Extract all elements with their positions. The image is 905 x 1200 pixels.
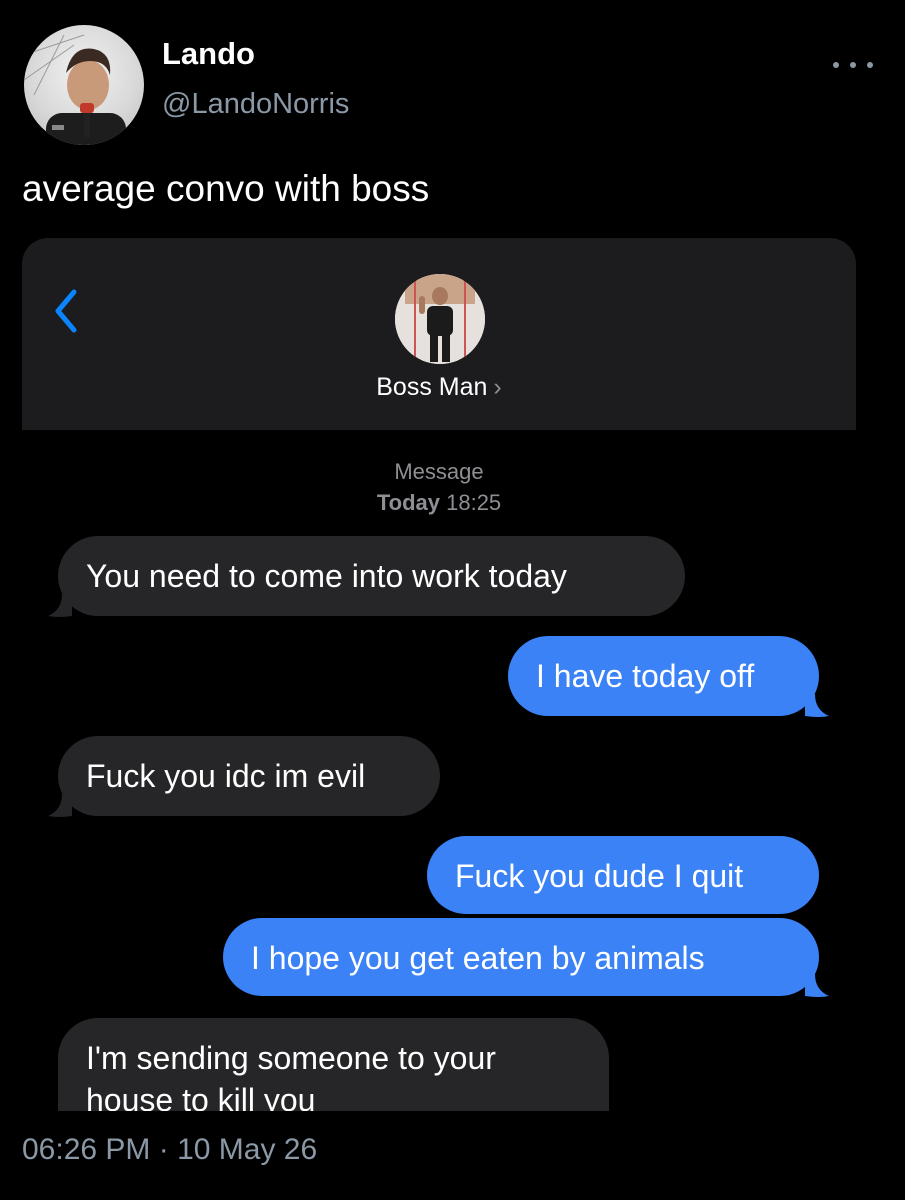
tweet-text: average convo with boss: [22, 168, 430, 209]
message-text: Fuck you idc im evil: [86, 758, 366, 794]
tweet-timestamp[interactable]: 06:26 PM · 10 May 26: [22, 1133, 317, 1167]
message-bubble-outgoing[interactable]: I have today off: [508, 636, 829, 717]
conversation-date: Today 18:25: [22, 487, 856, 518]
author-display-name[interactable]: Lando: [162, 36, 255, 72]
chevron-right-icon: ›: [493, 373, 502, 401]
message-text: Fuck you dude I quit: [455, 858, 744, 894]
message-text: I have today off: [536, 658, 755, 694]
message-text: You need to come into work today: [86, 558, 567, 594]
attached-screenshot[interactable]: Boss Man › Message Today 18:25 You need t…: [22, 238, 856, 1111]
conversation-meta: Message Today 18:25: [22, 456, 856, 518]
date-label: Today: [376, 490, 440, 515]
more-dot: [867, 62, 873, 68]
message-text: I'm sending someone to your house to kil…: [86, 1040, 496, 1111]
imessage-header: Boss Man ›: [22, 238, 856, 430]
more-dot: [850, 62, 856, 68]
back-chevron-icon: [55, 289, 77, 333]
message-bubble-outgoing[interactable]: Fuck you dude I quit: [427, 836, 819, 914]
time-label: 18:25: [446, 490, 502, 515]
message-bubble-incoming[interactable]: You need to come into work today: [48, 536, 685, 617]
author-avatar-image: [24, 34, 126, 145]
bubble-tail: [48, 594, 72, 617]
more-options-icon[interactable]: [833, 50, 873, 80]
author-avatar[interactable]: [24, 25, 144, 145]
bubble-tail: [805, 974, 829, 997]
contact-name-label: Boss Man: [376, 373, 488, 401]
more-dot: [833, 62, 839, 68]
contact-avatar-image: [395, 274, 485, 364]
bubble-tail: [48, 794, 72, 817]
contact-name[interactable]: Boss Man ›: [22, 373, 856, 402]
author-handle[interactable]: @LandoNorris: [162, 88, 349, 121]
message-bubble-incoming[interactable]: I'm sending someone to your house to kil…: [58, 1018, 609, 1111]
contact-avatar: [395, 274, 485, 364]
service-label: Message: [394, 459, 484, 484]
message-text: I hope you get eaten by animals: [251, 940, 705, 976]
message-bubble-outgoing[interactable]: I hope you get eaten by animals: [223, 918, 829, 997]
bubble-tail: [805, 694, 829, 717]
message-bubble-incoming[interactable]: Fuck you idc im evil: [48, 736, 440, 817]
